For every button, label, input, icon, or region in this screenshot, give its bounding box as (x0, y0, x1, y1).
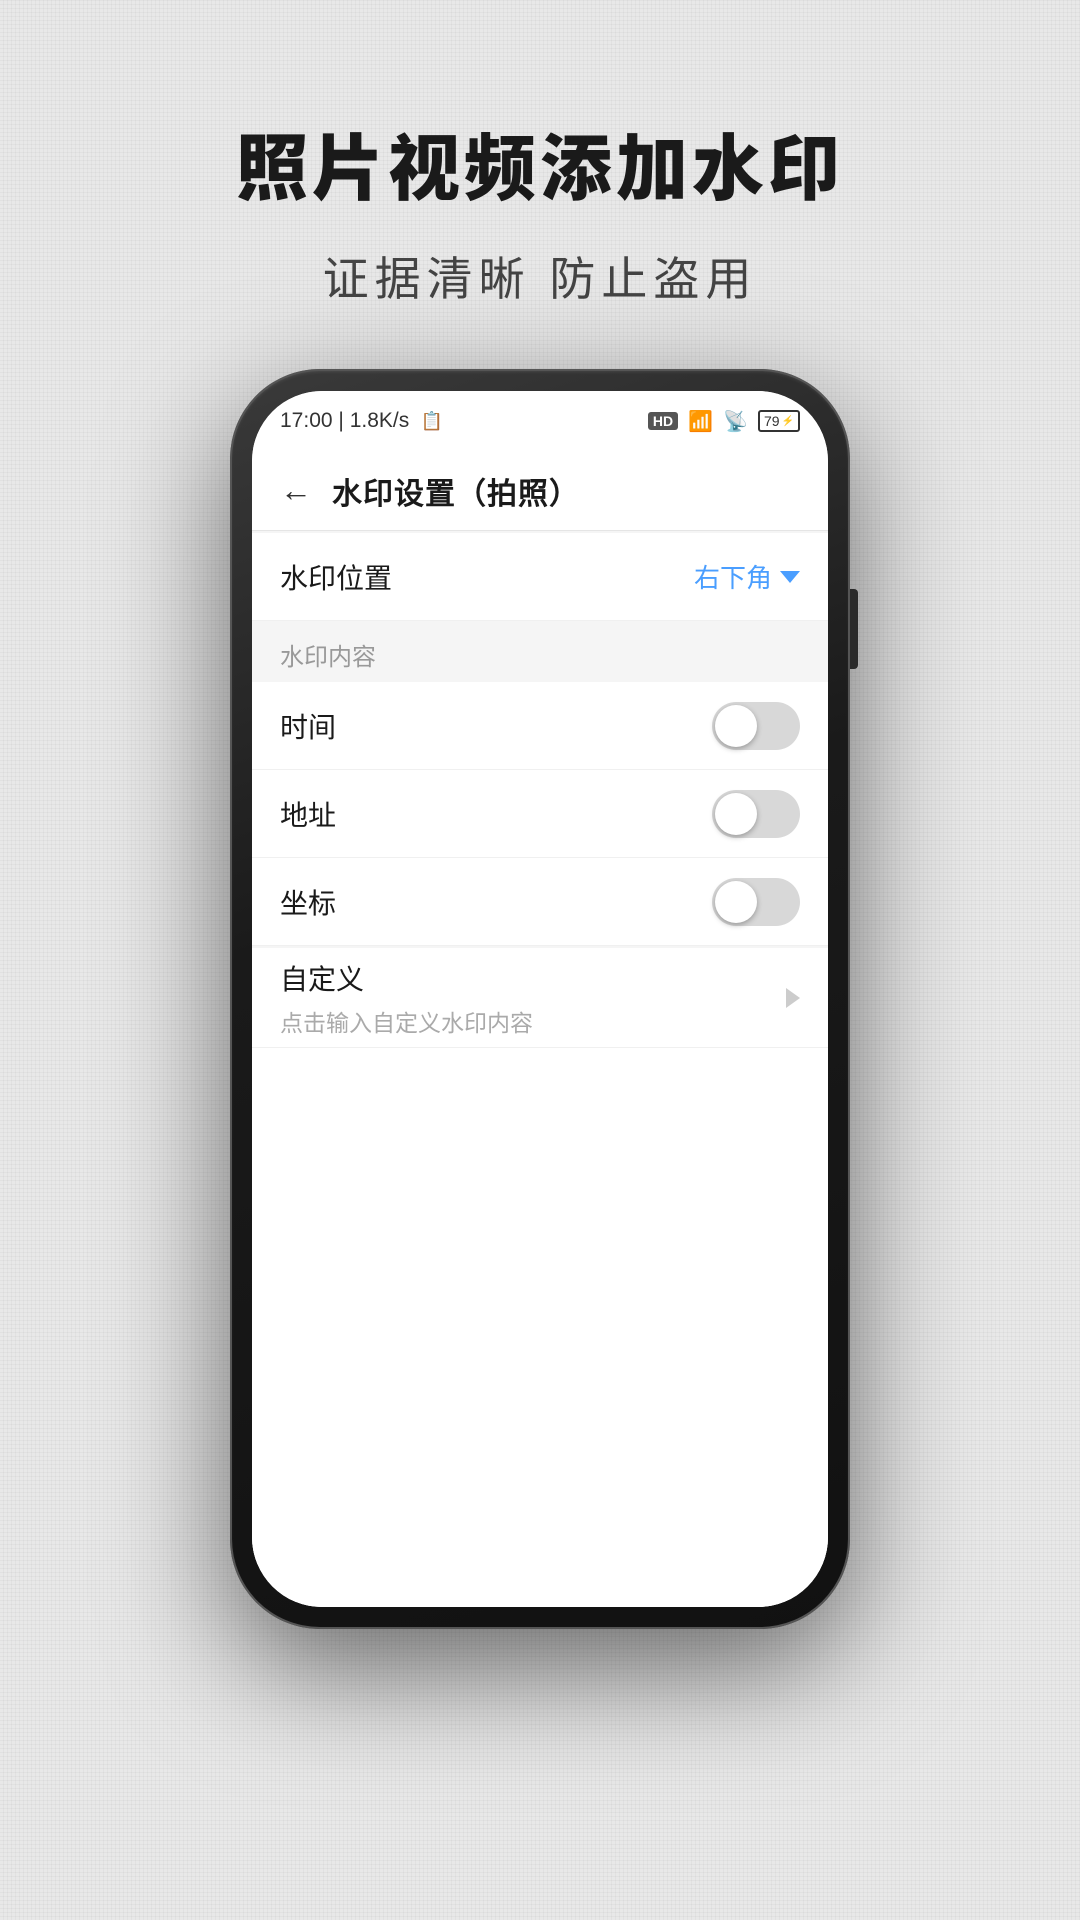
status-bar: 17:00 | 1.8K/s 📋 HD 📶 📡 79 ⚡ (252, 391, 828, 451)
signal-icon: 📶 (688, 409, 713, 434)
back-button[interactable]: ← (280, 472, 312, 509)
empty-space (252, 1048, 828, 1607)
section-header-watermark-content: 水印内容 (252, 621, 828, 682)
settings-content: 水印位置 右下角 水印内容 时间 地址 坐标 (252, 531, 828, 1607)
custom-subtitle: 点击输入自定义水印内容 (280, 1004, 800, 1038)
address-label: 地址 (280, 794, 712, 834)
time-toggle-row[interactable]: 时间 (252, 682, 828, 770)
phone-mockup: 17:00 | 1.8K/s 📋 HD 📶 📡 79 ⚡ ← 水印设置（拍照） (230, 369, 850, 1629)
hero-subtitle: 证据清晰 防止盗用 (323, 243, 758, 309)
watermark-position-row[interactable]: 水印位置 右下角 (252, 533, 828, 621)
time-label: 时间 (280, 706, 712, 746)
position-label: 水印位置 (280, 557, 694, 597)
coordinates-toggle[interactable] (712, 878, 800, 926)
hd-badge: HD (648, 412, 678, 430)
coordinates-label: 坐标 (280, 882, 712, 922)
address-toggle[interactable] (712, 790, 800, 838)
position-value: 右下角 (694, 558, 772, 595)
time-toggle[interactable] (712, 702, 800, 750)
page-title: 水印设置（拍照） (332, 469, 580, 513)
battery-icon: 79 ⚡ (758, 410, 800, 432)
wifi-icon: 📡 (723, 409, 748, 434)
status-time: 17:00 | 1.8K/s 📋 (280, 409, 443, 433)
nav-bar: ← 水印设置（拍照） (252, 451, 828, 531)
chevron-right-icon (786, 988, 800, 1008)
phone-screen: 17:00 | 1.8K/s 📋 HD 📶 📡 79 ⚡ ← 水印设置（拍照） (252, 391, 828, 1607)
hero-title: 照片视频添加水印 (236, 110, 844, 215)
custom-watermark-row[interactable]: 自定义 点击输入自定义水印内容 (252, 948, 828, 1048)
custom-title: 自定义 (280, 958, 800, 998)
coordinates-toggle-row[interactable]: 坐标 (252, 858, 828, 946)
status-icons: HD 📶 📡 79 ⚡ (648, 409, 800, 434)
address-toggle-row[interactable]: 地址 (252, 770, 828, 858)
chevron-down-icon (780, 571, 800, 583)
